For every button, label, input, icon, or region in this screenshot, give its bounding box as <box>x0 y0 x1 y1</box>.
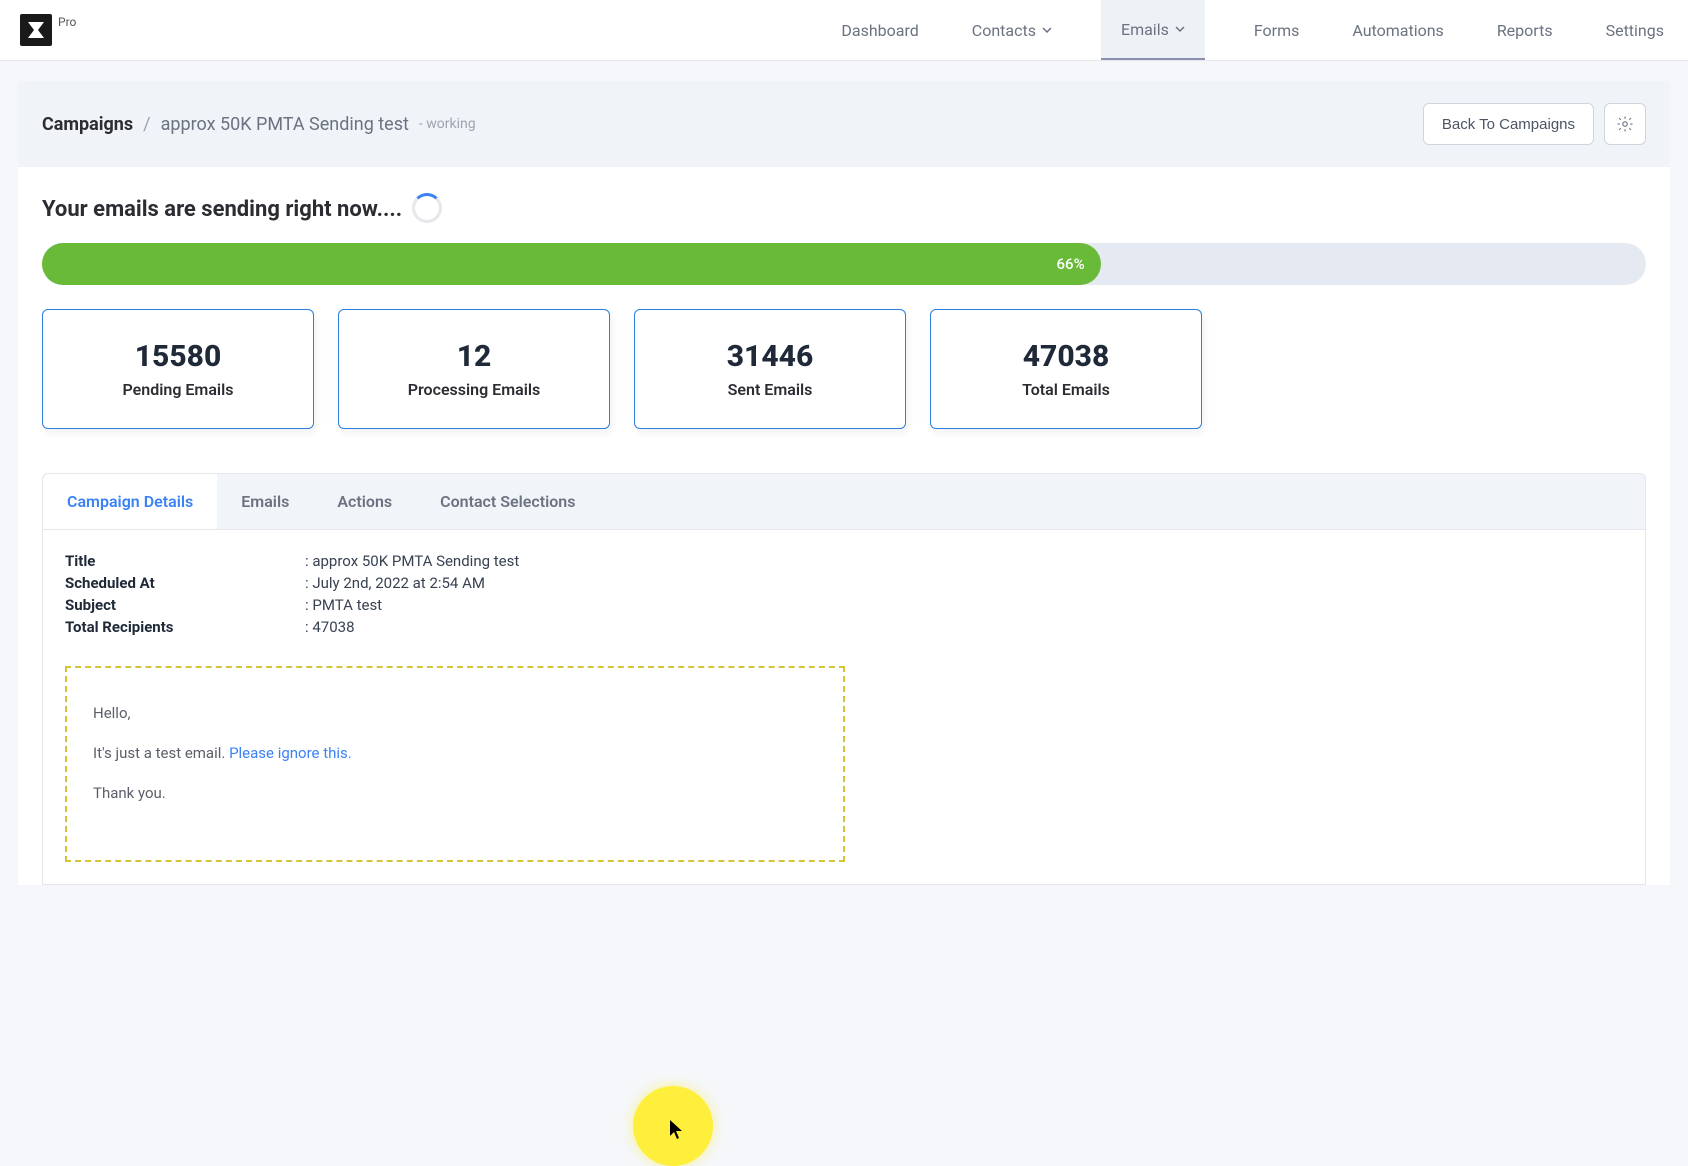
progress-fill: 66% <box>42 243 1101 285</box>
nav-automations[interactable]: Automations <box>1348 0 1447 60</box>
main-nav: Dashboard Contacts Emails Forms Automati… <box>837 0 1668 60</box>
tab-emails[interactable]: Emails <box>217 474 313 529</box>
page: Campaigns / approx 50K PMTA Sending test… <box>0 61 1688 885</box>
email-preview: Hello, It's just a test email. Please ig… <box>65 666 845 862</box>
tab-contact-selections[interactable]: Contact Selections <box>416 474 599 529</box>
cursor-highlight <box>633 1086 713 1166</box>
loading-spinner-icon <box>412 193 442 223</box>
email-ignore-link[interactable]: Please ignore this. <box>229 744 352 762</box>
nav-settings[interactable]: Settings <box>1602 0 1668 60</box>
back-to-campaigns-button[interactable]: Back To Campaigns <box>1423 103 1594 145</box>
detail-row-scheduled: Scheduled At : July 2nd, 2022 at 2:54 AM <box>65 574 1623 592</box>
nav-dashboard[interactable]: Dashboard <box>837 0 922 60</box>
breadcrumb: Campaigns / approx 50K PMTA Sending test… <box>42 114 476 135</box>
tab-bar: Campaign Details Emails Actions Contact … <box>42 473 1646 530</box>
stat-value: 31446 <box>727 339 814 374</box>
detail-value: : 47038 <box>305 618 355 636</box>
app-logo[interactable] <box>20 14 52 46</box>
nav-forms[interactable]: Forms <box>1250 0 1304 60</box>
stat-label: Total Emails <box>1022 380 1110 399</box>
stat-card-pending: 15580 Pending Emails <box>42 309 314 429</box>
breadcrumb-root[interactable]: Campaigns <box>42 114 133 135</box>
breadcrumb-status: - working <box>419 116 476 132</box>
cursor-arrow-icon <box>670 1120 684 1140</box>
stat-label: Processing Emails <box>408 380 541 399</box>
tab-actions[interactable]: Actions <box>313 474 416 529</box>
stat-value: 12 <box>457 339 492 374</box>
detail-value: : approx 50K PMTA Sending test <box>305 552 519 570</box>
detail-row-title: Title : approx 50K PMTA Sending test <box>65 552 1623 570</box>
topbar: Pro Dashboard Contacts Emails Forms Auto… <box>0 0 1688 61</box>
nav-emails[interactable]: Emails <box>1101 0 1205 60</box>
stat-card-total: 47038 Total Emails <box>930 309 1202 429</box>
nav-reports[interactable]: Reports <box>1493 0 1557 60</box>
campaign-details-panel: Title : approx 50K PMTA Sending test Sch… <box>42 530 1646 885</box>
detail-label: Subject <box>65 596 305 614</box>
detail-row-recipients: Total Recipients : 47038 <box>65 618 1623 636</box>
detail-value: : PMTA test <box>305 596 382 614</box>
email-line-1: Hello, <box>93 704 817 722</box>
stat-value: 15580 <box>135 339 222 374</box>
stat-label: Sent Emails <box>728 380 813 399</box>
page-header: Campaigns / approx 50K PMTA Sending test… <box>18 81 1670 167</box>
nav-contacts[interactable]: Contacts <box>968 0 1056 60</box>
breadcrumb-current: approx 50K PMTA Sending test <box>161 114 409 135</box>
sending-title: Your emails are sending right now.... <box>42 197 402 222</box>
chevron-down-icon <box>1042 25 1052 35</box>
progress-bar: 66% <box>42 243 1646 285</box>
sending-status-row: Your emails are sending right now.... Se… <box>42 193 1646 225</box>
email-line-2: It's just a test email. Please ignore th… <box>93 744 817 762</box>
tab-campaign-details[interactable]: Campaign Details <box>43 474 217 529</box>
gear-icon <box>1616 115 1634 133</box>
stat-card-processing: 12 Processing Emails <box>338 309 610 429</box>
detail-label: Scheduled At <box>65 574 305 592</box>
email-line-2-text: It's just a test email. <box>93 744 229 762</box>
logo-area: Pro <box>20 14 76 46</box>
chevron-down-icon <box>1175 24 1185 34</box>
content: Your emails are sending right now.... Se… <box>18 167 1670 885</box>
detail-value: : July 2nd, 2022 at 2:54 AM <box>305 574 485 592</box>
stat-label: Pending Emails <box>123 380 234 399</box>
detail-label: Title <box>65 552 305 570</box>
settings-button[interactable] <box>1604 103 1646 145</box>
pro-badge: Pro <box>58 15 76 29</box>
stats-row: 15580 Pending Emails 12 Processing Email… <box>42 309 1646 429</box>
breadcrumb-separator: / <box>143 114 150 135</box>
stat-value: 47038 <box>1023 339 1110 374</box>
header-actions: Back To Campaigns <box>1423 103 1646 145</box>
stat-card-sent: 31446 Sent Emails <box>634 309 906 429</box>
detail-row-subject: Subject : PMTA test <box>65 596 1623 614</box>
email-line-3: Thank you. <box>93 784 817 802</box>
detail-label: Total Recipients <box>65 618 305 636</box>
progress-percent-label: 66% <box>1057 255 1085 273</box>
